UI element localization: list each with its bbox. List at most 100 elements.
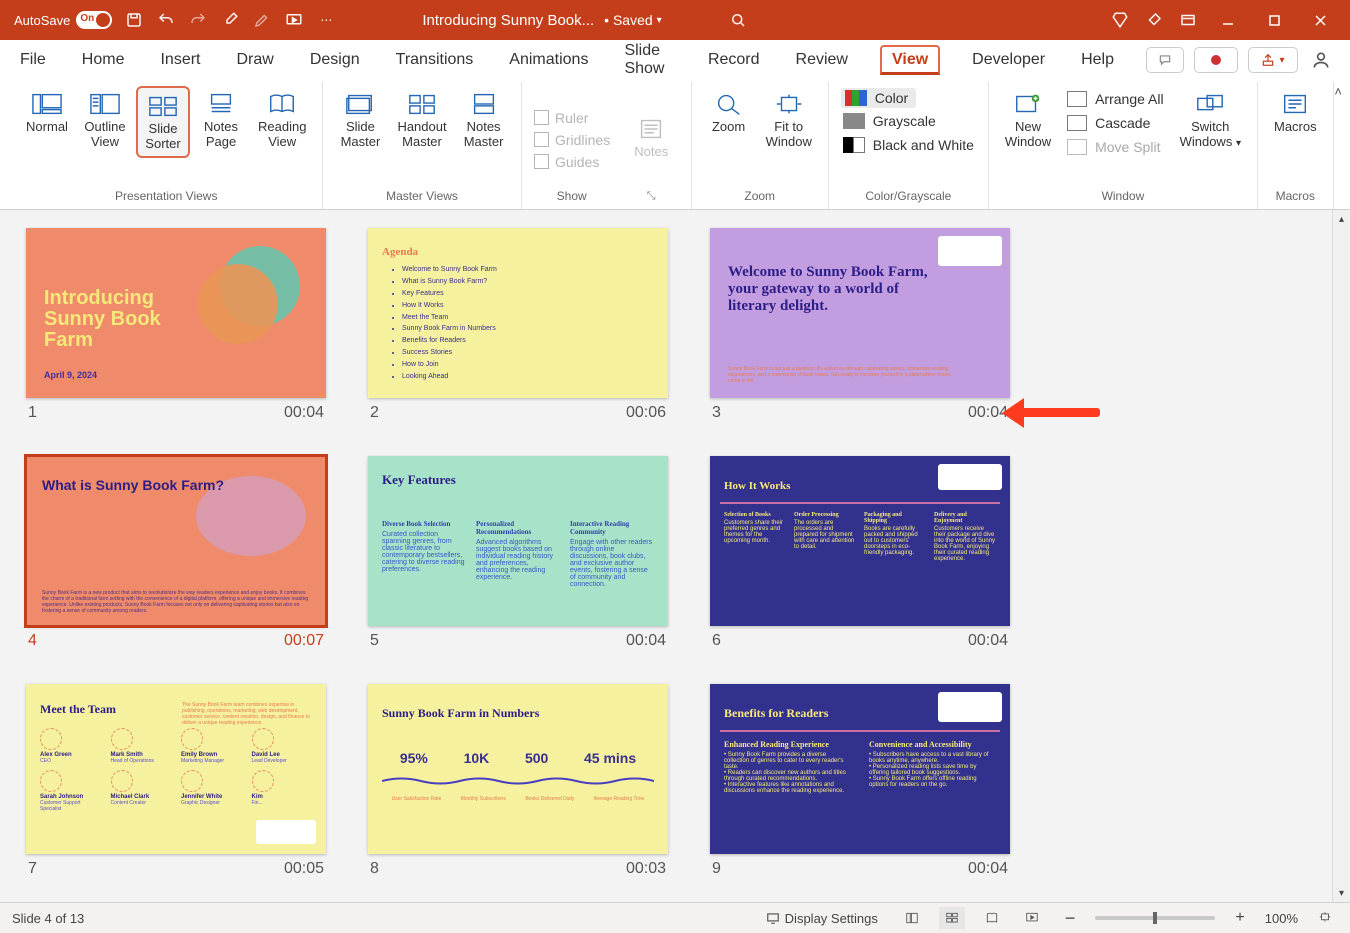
search-icon[interactable] xyxy=(722,4,754,36)
pen-icon[interactable] xyxy=(246,4,278,36)
scroll-down-icon[interactable]: ▾ xyxy=(1333,884,1350,902)
window-options-icon[interactable] xyxy=(1172,4,1204,36)
slide-timing: 00:04 xyxy=(968,632,1008,650)
zoom-in-button[interactable]: + xyxy=(1229,909,1250,927)
tab-insert[interactable]: Insert xyxy=(156,45,204,75)
close-button[interactable] xyxy=(1298,4,1342,36)
fit-to-window-button[interactable]: Fit to Window xyxy=(760,86,818,154)
zoom-out-button[interactable]: − xyxy=(1059,908,1082,929)
reading-view-status-button[interactable] xyxy=(979,907,1005,929)
slide-thumbnail-7[interactable]: Meet the Team The Sunny Book Farm team c… xyxy=(26,684,326,878)
gridlines-checkbox[interactable]: Gridlines xyxy=(534,130,610,150)
chevron-down-icon: ▾ xyxy=(657,15,662,26)
account-icon[interactable] xyxy=(1308,47,1334,73)
tab-record[interactable]: Record xyxy=(704,45,764,75)
color-mode-button[interactable]: Color xyxy=(841,88,916,108)
group-zoom: Zoom Fit to Window Zoom xyxy=(692,82,829,209)
slide-thumbnail-2[interactable]: Agenda Welcome to Sunny Book FarmWhat is… xyxy=(368,228,668,422)
show-dialog-launcher[interactable]: ⤡ xyxy=(647,190,656,203)
tab-transitions[interactable]: Transitions xyxy=(392,45,478,75)
slide-sorter-button[interactable]: Slide Sorter xyxy=(136,86,190,158)
undo-icon[interactable] xyxy=(150,4,182,36)
brush-icon[interactable] xyxy=(1138,4,1170,36)
tab-file[interactable]: File xyxy=(16,45,50,75)
tab-view[interactable]: View xyxy=(880,45,940,75)
arrange-all-button[interactable]: Arrange All xyxy=(1065,88,1165,110)
group-presentation-views: Normal Outline View Slide Sorter Notes P… xyxy=(10,82,323,209)
slide-sorter-pane[interactable]: ▴ ▾ IntroducingSunny BookFarm April 9, 2… xyxy=(0,210,1350,902)
share-button[interactable]: ▾ xyxy=(1248,47,1298,73)
ruler-checkbox[interactable]: Ruler xyxy=(534,108,610,128)
qat-overflow-icon[interactable]: ⋯ xyxy=(310,4,342,36)
present-icon[interactable] xyxy=(278,4,310,36)
notes-page-icon xyxy=(204,90,238,118)
minimize-button[interactable] xyxy=(1206,4,1250,36)
save-icon[interactable] xyxy=(118,4,150,36)
outline-view-button[interactable]: Outline View xyxy=(78,86,132,154)
eyedropper-icon[interactable] xyxy=(214,4,246,36)
autosave-toggle[interactable]: AutoSave On xyxy=(8,11,118,29)
slide-timing: 00:04 xyxy=(968,404,1008,422)
grayscale-mode-button[interactable]: Grayscale xyxy=(841,110,938,132)
chevron-down-icon: ▾ xyxy=(1236,138,1241,149)
display-settings-button[interactable]: Display Settings xyxy=(758,907,885,929)
tab-review[interactable]: Review xyxy=(792,45,852,75)
zoom-slider[interactable] xyxy=(1095,916,1215,920)
notes-page-button[interactable]: Notes Page xyxy=(194,86,248,154)
save-status[interactable]: • Saved▾ xyxy=(604,12,662,28)
status-bar: Slide 4 of 13 Display Settings − + 100% xyxy=(0,902,1350,933)
tab-home[interactable]: Home xyxy=(78,45,129,75)
sorter-view-status-button[interactable] xyxy=(939,907,965,929)
maximize-button[interactable] xyxy=(1252,4,1296,36)
slide-timing: 00:04 xyxy=(968,860,1008,878)
group-show: Ruler Gridlines Guides Notes Show⤡ xyxy=(522,82,692,209)
normal-view-button[interactable]: Normal xyxy=(20,86,74,139)
bw-mode-button[interactable]: Black and White xyxy=(841,134,976,156)
switch-windows-button[interactable]: Switch Windows ▾ xyxy=(1174,86,1247,154)
slide-thumbnail-4[interactable]: What is Sunny Book Farm? Sunny Book Farm… xyxy=(26,456,326,650)
collapse-ribbon-icon[interactable]: ˄ xyxy=(1334,84,1342,99)
reading-view-button[interactable]: Reading View xyxy=(252,86,312,154)
slide-number: 7 xyxy=(28,860,37,878)
slide-thumbnail-9[interactable]: Benefits for Readers Enhanced Reading Ex… xyxy=(710,684,1010,878)
vertical-scrollbar[interactable]: ▴ ▾ xyxy=(1332,210,1350,902)
new-window-button[interactable]: New Window xyxy=(999,86,1057,154)
diamond-icon[interactable] xyxy=(1104,4,1136,36)
slide-number: 3 xyxy=(712,404,721,422)
handout-master-button[interactable]: Handout Master xyxy=(391,86,452,154)
redo-icon[interactable] xyxy=(182,4,214,36)
slide-thumbnail-3[interactable]: Welcome to Sunny Book Farm, your gateway… xyxy=(710,228,1010,422)
notes-master-button[interactable]: Notes Master xyxy=(457,86,511,154)
zoom-percent[interactable]: 100% xyxy=(1265,911,1298,926)
comments-button[interactable] xyxy=(1146,47,1184,73)
slide-thumbnail-6[interactable]: How It Works Selection of BooksCustomers… xyxy=(710,456,1010,650)
document-title[interactable]: Introducing Sunny Book... • Saved▾ xyxy=(422,12,661,29)
slide-number: 9 xyxy=(712,860,721,878)
slide-master-button[interactable]: Slide Master xyxy=(333,86,387,154)
slide-timing: 00:03 xyxy=(626,860,666,878)
record-button[interactable] xyxy=(1194,47,1238,73)
tab-draw[interactable]: Draw xyxy=(232,45,277,75)
tab-animations[interactable]: Animations xyxy=(505,45,592,75)
slide-thumbnail-1[interactable]: IntroducingSunny BookFarm April 9, 2024 … xyxy=(26,228,326,422)
scroll-up-icon[interactable]: ▴ xyxy=(1333,210,1350,228)
tab-slideshow[interactable]: Slide Show xyxy=(620,36,675,84)
slideshow-status-button[interactable] xyxy=(1019,907,1045,929)
autosave-switch[interactable]: On xyxy=(76,11,112,29)
tab-design[interactable]: Design xyxy=(306,45,364,75)
macros-button[interactable]: Macros xyxy=(1268,86,1323,139)
reading-icon xyxy=(265,90,299,118)
guides-checkbox[interactable]: Guides xyxy=(534,152,610,172)
tab-help[interactable]: Help xyxy=(1077,45,1118,75)
tab-developer[interactable]: Developer xyxy=(968,45,1049,75)
slide-thumbnail-5[interactable]: Key Features Diverse Book SelectionCurat… xyxy=(368,456,668,650)
notes-master-icon xyxy=(467,90,501,118)
fit-to-window-status-button[interactable] xyxy=(1312,907,1338,929)
group-macros: Macros Macros xyxy=(1258,82,1334,209)
status-slide-count: Slide 4 of 13 xyxy=(12,911,84,926)
zoom-button[interactable]: Zoom xyxy=(702,86,756,139)
slide-thumbnail-8[interactable]: Sunny Book Farm in Numbers 95%10K50045 m… xyxy=(368,684,668,878)
normal-view-status-button[interactable] xyxy=(899,907,925,929)
group-master-views: Slide Master Handout Master Notes Master… xyxy=(323,82,521,209)
cascade-button[interactable]: Cascade xyxy=(1065,112,1165,134)
